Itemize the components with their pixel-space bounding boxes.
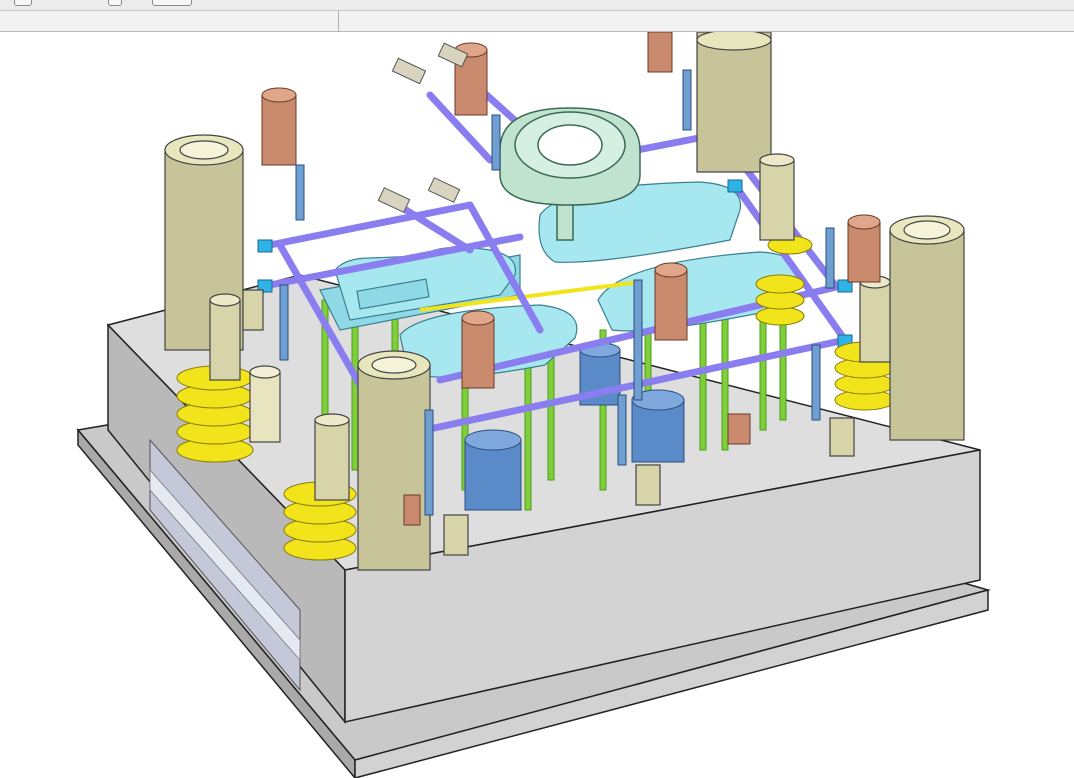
grid-icon[interactable] <box>152 0 192 6</box>
water-fittings <box>377 42 469 213</box>
tab-bar <box>0 11 1074 32</box>
toolbar <box>0 0 1074 11</box>
3d-viewport[interactable] <box>0 32 1074 778</box>
window-icon[interactable] <box>14 0 32 6</box>
toolbar-icon[interactable] <box>108 0 122 6</box>
mold-assembly-model[interactable] <box>0 32 1074 778</box>
tab-separator <box>338 11 339 31</box>
